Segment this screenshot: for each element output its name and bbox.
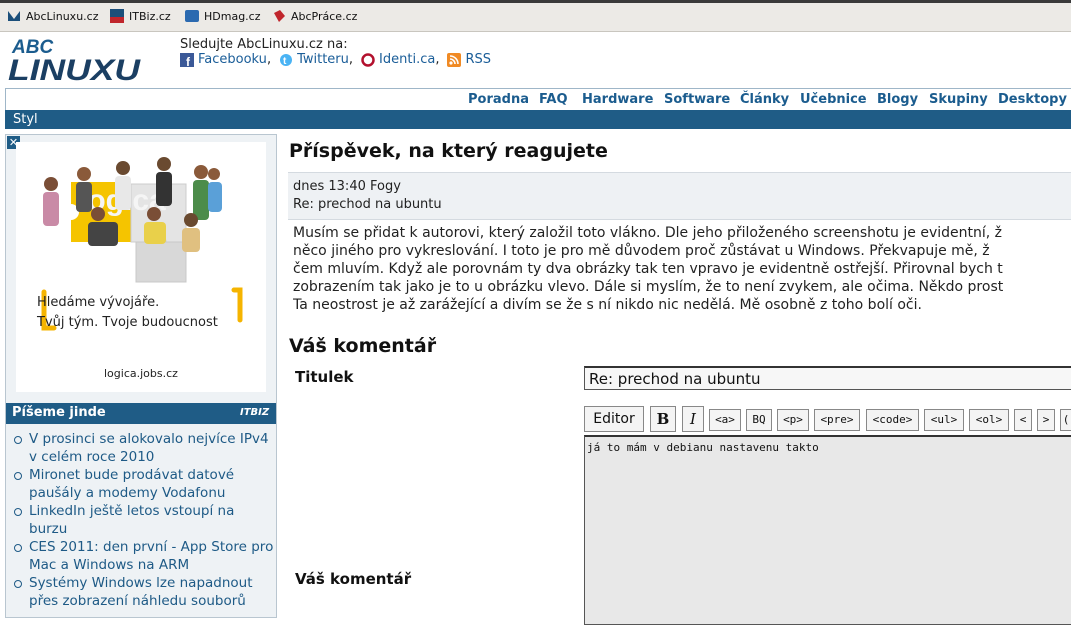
post-body-line: Musím se přidat k autorovi, který založi… — [293, 225, 1002, 241]
bookmark-hdmag[interactable]: HDmag.cz — [185, 9, 261, 23]
abclinuxu-logo[interactable]: ABC LINUXU — [8, 36, 144, 87]
post-subject: Re: prechod na ubuntu — [293, 197, 442, 212]
ad-headline: Hledáme vývojáře. — [37, 295, 160, 310]
lt-entity-button[interactable]: < — [1014, 409, 1032, 431]
rss-link[interactable]: RSS — [465, 52, 491, 67]
post-meta-box — [288, 172, 1071, 220]
ad-illustration: logica — [41, 157, 243, 331]
nav-clanky[interactable]: Články — [740, 92, 789, 107]
italic-button[interactable]: I — [682, 406, 704, 432]
bookmark-abclinuxu[interactable]: AbcLinuxu.cz — [7, 9, 98, 23]
nav-software[interactable]: Software — [664, 92, 730, 107]
post-body-line: Ta neostrost je až zarážející a divím se… — [293, 297, 922, 313]
ad-url: logica.jobs.cz — [104, 367, 178, 380]
ad-tagline: Tvůj tým. Tvoje budoucnost — [37, 315, 218, 330]
twitter-link[interactable]: Twitteru — [297, 52, 349, 67]
style-link[interactable]: Styl — [13, 112, 38, 127]
nav-ucebnice[interactable]: Učebnice — [800, 92, 867, 107]
title-input[interactable] — [584, 366, 1071, 390]
social-links: f Facebooku, t Twitteru, Identi.ca, RSS — [180, 52, 491, 67]
nav-skupiny[interactable]: Skupiny — [929, 92, 988, 107]
style-bar[interactable]: Styl — [5, 110, 1071, 129]
list-item[interactable]: CES 2011: den první - App Store pro Mac … — [12, 538, 274, 574]
identica-link[interactable]: Identi.ca — [379, 52, 435, 67]
page-title: Příspěvek, na který reagujete — [289, 140, 608, 162]
facebook-icon: f — [180, 52, 194, 67]
abclinuxu-favicon — [8, 11, 20, 21]
gt-entity-button[interactable]: > — [1037, 409, 1055, 431]
nav-blogy[interactable]: Blogy — [877, 92, 918, 107]
editor-button[interactable]: Editor — [584, 406, 644, 432]
nav-faq[interactable]: FAQ — [539, 92, 568, 107]
nav-hardware[interactable]: Hardware — [582, 92, 653, 107]
list-item[interactable]: Systémy Windows lze napadnout přes zobra… — [12, 574, 274, 610]
ul-tag-button[interactable]: <ul> — [924, 409, 964, 431]
pre-tag-button[interactable]: <pre> — [814, 409, 860, 431]
code-tag-button[interactable]: <code> — [866, 409, 919, 431]
section-header-pisame-jinde: Píšeme jinde — [6, 403, 276, 424]
ol-tag-button[interactable]: <ol> — [969, 409, 1009, 431]
bold-button[interactable]: B — [650, 406, 676, 432]
comment-textarea[interactable]: já to mám v debianu nastavenu takto — [584, 435, 1071, 625]
nav-desktopy[interactable]: Desktopy — [998, 92, 1067, 107]
blockquote-tag-button[interactable]: BQ — [746, 409, 772, 431]
list-item[interactable]: V prosinci se alokovalo nejvíce IPv4 v c… — [12, 430, 274, 466]
rss-icon — [447, 52, 462, 67]
facebook-link[interactable]: Facebooku — [198, 52, 267, 67]
logo-icon: ABC LINUXU — [8, 37, 142, 87]
bookmark-itbiz[interactable]: ITBiz.cz — [110, 9, 171, 23]
comment-label: Váš komentář — [295, 570, 412, 588]
advertisement-banner[interactable]: logica — [16, 142, 266, 392]
identica-icon — [361, 52, 375, 67]
itbiz-favicon — [110, 9, 124, 23]
bookmark-abcprace[interactable]: AbcPráce.cz — [272, 9, 357, 23]
post-meta: dnes 13:40 Fogy — [293, 179, 401, 194]
abcprace-favicon — [274, 10, 285, 22]
more-tag-button[interactable]: ( — [1060, 409, 1071, 431]
post-body: Musím se přidat k autorovi, který založi… — [293, 224, 1071, 314]
svg-text:LINUXU: LINUXU — [8, 54, 142, 86]
comment-heading: Váš komentář — [289, 335, 437, 357]
post-body-line: něco jiného pro vykreslování. I toto je … — [293, 243, 990, 259]
nav-poradna[interactable]: Poradna — [468, 92, 529, 107]
hdmag-favicon — [185, 10, 199, 22]
bookmarks-toolbar: AbcLinuxu.cz ITBiz.cz HDmag.cz AbcPráce.… — [0, 0, 1071, 32]
news-list: V prosinci se alokovalo nejvíce IPv4 v c… — [12, 430, 274, 610]
twitter-icon: t — [280, 53, 293, 67]
list-item[interactable]: LinkedIn ještě letos vstoupí na burzu — [12, 502, 274, 538]
main-navigation: Poradna FAQ Hardware Software Články Uče… — [5, 88, 1071, 110]
follow-label: Sledujte AbcLinuxu.cz na: — [180, 37, 348, 52]
link-tag-button[interactable]: <a> — [709, 409, 741, 431]
post-body-line: zobrazením tak jako je to u obrázku vlev… — [293, 279, 1004, 295]
paragraph-tag-button[interactable]: <p> — [777, 409, 809, 431]
list-item[interactable]: Mironet bude prodávat datové paušály a m… — [12, 466, 274, 502]
post-body-line: čem mluvím. Když ale porovnám ty dva obr… — [293, 261, 1003, 277]
itbiz-badge: ITBIZ — [240, 407, 270, 418]
title-label: Titulek — [295, 368, 354, 386]
site-header — [0, 32, 1071, 88]
